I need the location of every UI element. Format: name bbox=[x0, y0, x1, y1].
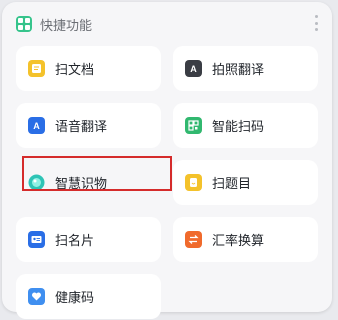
qr-scan-icon bbox=[185, 117, 202, 134]
tile-photo-translate[interactable]: A 拍照翻译 bbox=[173, 46, 318, 91]
tile-label: 拍照翻译 bbox=[212, 63, 265, 78]
tile-label: 智能扫码 bbox=[212, 120, 265, 135]
tile-object-recognition[interactable]: 智慧识物 bbox=[16, 156, 172, 205]
currency-exchange-icon bbox=[185, 231, 202, 248]
camera-translate-icon: A bbox=[185, 60, 202, 77]
tile-health-code[interactable]: 健康码 bbox=[16, 274, 161, 319]
tile-scan-document[interactable]: 扫文档 bbox=[16, 46, 161, 91]
quick-functions-card: 快捷功能 扫文档 A 拍照翻译 A 语音翻译 智能扫码 智慧识物 扫题目 扫名片… bbox=[2, 2, 332, 319]
health-code-icon bbox=[28, 288, 45, 305]
voice-translate-icon: A bbox=[28, 117, 45, 134]
business-card-icon bbox=[28, 231, 45, 248]
tile-label: 语音翻译 bbox=[55, 120, 108, 135]
document-scan-icon bbox=[28, 60, 45, 77]
tile-label: 扫名片 bbox=[55, 234, 95, 249]
card-title: 快捷功能 bbox=[40, 18, 93, 34]
object-recognition-icon bbox=[28, 174, 45, 191]
tile-label: 健康码 bbox=[55, 291, 95, 306]
more-vertical-icon[interactable] bbox=[314, 15, 318, 31]
function-grid: 扫文档 A 拍照翻译 A 语音翻译 智能扫码 智慧识物 扫题目 扫名片 汇率换算… bbox=[16, 46, 318, 319]
tile-scan-business-card[interactable]: 扫名片 bbox=[16, 217, 161, 262]
svg-text:A: A bbox=[33, 121, 40, 131]
tile-voice-translate[interactable]: A 语音翻译 bbox=[16, 103, 161, 148]
apps-grid-icon bbox=[16, 16, 32, 32]
tile-scan-question[interactable]: 扫题目 bbox=[173, 160, 318, 205]
svg-text:A: A bbox=[190, 64, 197, 74]
tile-label: 扫文档 bbox=[55, 63, 95, 78]
tile-currency-exchange[interactable]: 汇率换算 bbox=[173, 217, 318, 262]
question-scan-icon bbox=[185, 174, 202, 191]
tile-smart-scan-code[interactable]: 智能扫码 bbox=[173, 103, 318, 148]
tile-label: 智慧识物 bbox=[55, 177, 108, 192]
card-header: 快捷功能 bbox=[16, 13, 92, 35]
tile-label: 汇率换算 bbox=[212, 234, 265, 249]
tile-label: 扫题目 bbox=[212, 177, 252, 192]
